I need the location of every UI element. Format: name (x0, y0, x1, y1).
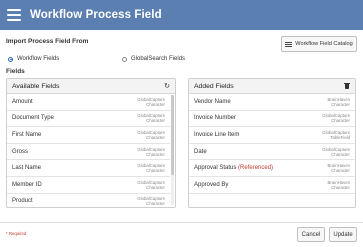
field-meta: GlobalCapture Character (137, 163, 165, 173)
available-fields-scrollbar[interactable] (171, 95, 174, 205)
field-type: Character (331, 168, 350, 174)
field-name: First Name (12, 131, 42, 138)
field-type: Character (331, 118, 350, 124)
field-meta: BrainHaven Character (328, 163, 350, 173)
field-type: Character (146, 184, 165, 190)
list-item[interactable]: Product GlobalCapture Character (7, 194, 170, 207)
radio-label: Workflow Fields (17, 56, 60, 62)
catalog-button-label: Workflow Field Catalog (295, 41, 353, 47)
field-type: Character (146, 151, 165, 157)
referenced-badge: (Referenced) (238, 165, 274, 172)
added-fields-panel: Added Fields Vendor Name BrainHaven Chara… (188, 78, 356, 208)
radio-unchecked-icon[interactable] (122, 56, 127, 62)
trash-icon[interactable] (344, 82, 350, 90)
field-name: Document Type (12, 115, 54, 122)
field-name-text: Invoice Line Item (194, 131, 240, 138)
workflow-field-catalog-button[interactable]: Workflow Field Catalog (281, 36, 357, 52)
field-name-text: Approved By (194, 181, 229, 188)
field-type: Character (331, 184, 350, 190)
field-meta: GlobalCapture Character (137, 130, 165, 140)
field-type: Character (331, 101, 350, 107)
list-item[interactable]: Vendor Name BrainHaven Character (189, 94, 355, 111)
field-name-text: Vendor Name (194, 98, 231, 105)
available-fields-panel: Available Fields ↻ Amount GlobalCapture C… (6, 78, 176, 208)
field-type: TableField (330, 134, 350, 140)
fields-label: Fields (6, 68, 25, 75)
list-item[interactable]: Invoice Number GlobalCapture Character (189, 111, 355, 128)
field-meta: GlobalCapture Character (137, 196, 165, 206)
list-item[interactable]: Gross GlobalCapture Character (7, 144, 170, 161)
field-name: Approval Status (Referenced) (194, 165, 273, 171)
field-type: Character (146, 201, 165, 207)
list-item[interactable]: Member ID GlobalCapture Character (7, 177, 170, 194)
field-name: Vendor Name (194, 99, 231, 105)
field-meta: GlobalCapture Character (137, 113, 165, 123)
dialog-title: Workflow Process Field (30, 9, 162, 21)
scrollbar-thumb[interactable] (171, 95, 174, 175)
added-fields-list: Vendor Name BrainHaven Character Invoice … (189, 94, 355, 207)
field-name: Product (12, 198, 33, 205)
available-fields-title: Available Fields (12, 82, 60, 90)
field-type: Character (146, 168, 165, 174)
hamburger-menu-icon (7, 8, 21, 22)
list-item[interactable]: Approved By BrainHaven Character (189, 177, 355, 194)
workflow-process-field-dialog: Workflow Process Field Import Process Fi… (0, 0, 363, 247)
field-meta: GlobalCapture Character (137, 97, 165, 107)
field-name-text: Invoice Number (194, 115, 237, 122)
field-name-text: Approval Status (194, 165, 239, 172)
field-name: Approved By (194, 182, 228, 188)
list-item[interactable]: Invoice Line Item GlobalCapture TableFiel… (189, 127, 355, 144)
list-icon (285, 41, 293, 47)
list-item[interactable]: Last Name GlobalCapture Character (7, 160, 170, 177)
radio-label: GlobalSearch Fields (131, 56, 186, 62)
field-type: Character (146, 134, 165, 140)
field-name-text: Date (194, 148, 207, 155)
list-item[interactable]: First Name GlobalCapture Character (7, 127, 170, 144)
field-type: Character (146, 118, 165, 124)
radio-checked-icon[interactable] (8, 56, 13, 62)
list-item[interactable]: Amount GlobalCapture Character (7, 94, 170, 111)
field-meta: GlobalCapture Character (137, 180, 165, 190)
radio-globalsearch-fields[interactable]: GlobalSearch Fields (122, 56, 185, 62)
list-item[interactable]: Date GlobalCapture Character (189, 144, 355, 161)
cancel-button[interactable]: Cancel (297, 227, 325, 242)
field-meta: GlobalCapture Character (322, 147, 350, 157)
field-name: Last Name (12, 165, 42, 172)
dialog-titlebar: Workflow Process Field (0, 0, 363, 30)
list-item[interactable]: Approval Status (Referenced) BrainHaven C… (189, 160, 355, 177)
import-from-label: Import Process Field From (6, 38, 89, 45)
field-name: Amount (12, 98, 33, 105)
field-type: Character (146, 101, 165, 107)
added-fields-title: Added Fields (194, 82, 234, 90)
radio-workflow-fields[interactable]: Workflow Fields (8, 56, 59, 62)
added-fields-header: Added Fields (189, 79, 355, 94)
field-name: Gross (12, 148, 29, 155)
field-meta: GlobalCapture Character (322, 113, 350, 123)
field-meta: GlobalCapture Character (137, 147, 165, 157)
footer-divider (0, 222, 363, 223)
field-meta: GlobalCapture TableField (322, 130, 350, 140)
field-name: Member ID (12, 181, 42, 188)
list-item[interactable]: Document Type GlobalCapture Character (7, 111, 170, 128)
field-meta: BrainHaven Character (328, 180, 350, 190)
field-name: Date (194, 149, 207, 155)
update-button[interactable]: Update (329, 227, 357, 242)
field-name: Invoice Number (194, 115, 236, 121)
field-meta: BrainHaven Character (328, 97, 350, 107)
available-fields-list: Amount GlobalCapture Character Document T… (7, 94, 170, 207)
refresh-icon[interactable]: ↻ (164, 83, 170, 90)
available-fields-header: Available Fields ↻ (7, 79, 175, 94)
field-name: Invoice Line Item (194, 132, 239, 138)
field-type: Character (331, 151, 350, 157)
required-note: * Required (6, 231, 27, 236)
